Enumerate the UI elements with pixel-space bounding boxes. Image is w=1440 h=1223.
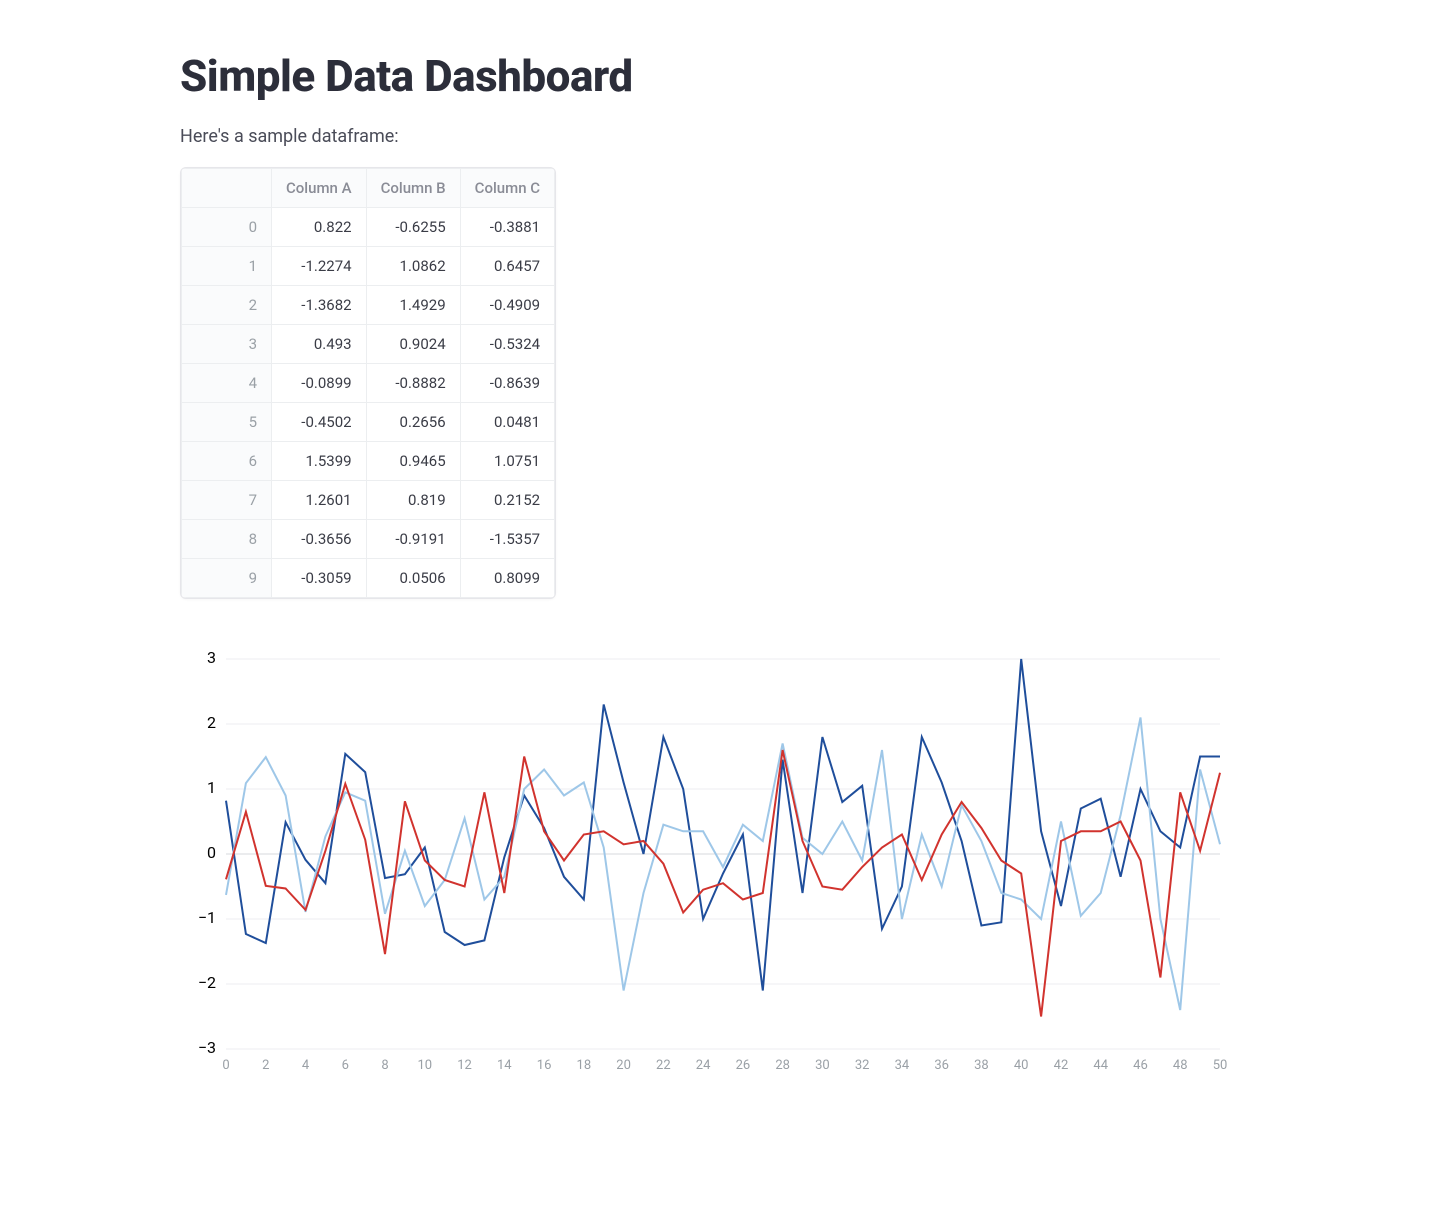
y-tick-label: −3 (198, 1038, 216, 1057)
cell: 0.822 (272, 208, 367, 247)
x-tick-label: 48 (1173, 1058, 1188, 1073)
table-row[interactable]: 8-0.3656-0.9191-1.5357 (182, 520, 555, 559)
x-tick-label: 0 (222, 1058, 229, 1073)
cell: 0.2656 (366, 403, 460, 442)
cell: -0.0899 (272, 364, 367, 403)
cell: 0.9024 (366, 325, 460, 364)
y-tick-label: −1 (198, 908, 216, 927)
x-tick-label: 32 (855, 1058, 870, 1073)
x-tick-label: 8 (381, 1058, 388, 1073)
cell: -0.8882 (366, 364, 460, 403)
x-tick-label: 40 (1014, 1058, 1029, 1073)
x-axis: 0246810121416182022242628303234363840424… (222, 1058, 1227, 1073)
table-row[interactable]: 9-0.30590.05060.8099 (182, 559, 555, 598)
cell: -1.3682 (272, 286, 367, 325)
x-tick-label: 12 (457, 1058, 472, 1073)
cell: -0.5324 (460, 325, 554, 364)
x-tick-label: 22 (656, 1058, 671, 1073)
row-index: 0 (182, 208, 272, 247)
y-tick-label: 0 (207, 843, 216, 862)
cell: 0.0506 (366, 559, 460, 598)
x-tick-label: 16 (537, 1058, 552, 1073)
row-index: 4 (182, 364, 272, 403)
cell: 1.5399 (272, 442, 367, 481)
row-index: 8 (182, 520, 272, 559)
column-header[interactable]: Column A (272, 169, 367, 208)
cell: 0.0481 (460, 403, 554, 442)
cell: 1.0751 (460, 442, 554, 481)
table-row[interactable]: 30.4930.9024-0.5324 (182, 325, 555, 364)
cell: 0.493 (272, 325, 367, 364)
y-tick-label: 3 (207, 649, 216, 667)
row-index: 5 (182, 403, 272, 442)
cell: -0.4909 (460, 286, 554, 325)
cell: -0.3059 (272, 559, 367, 598)
cell: 0.8099 (460, 559, 554, 598)
row-index: 1 (182, 247, 272, 286)
x-tick-label: 2 (262, 1058, 269, 1073)
cell: -0.3881 (460, 208, 554, 247)
cell: 0.819 (366, 481, 460, 520)
x-tick-label: 26 (736, 1058, 751, 1073)
cell: -0.8639 (460, 364, 554, 403)
x-tick-label: 18 (577, 1058, 592, 1073)
x-tick-label: 14 (497, 1058, 512, 1073)
cell: -0.9191 (366, 520, 460, 559)
cell: 1.2601 (272, 481, 367, 520)
x-tick-label: 4 (302, 1058, 310, 1073)
page-title: Simple Data Dashboard (180, 50, 1260, 102)
x-tick-label: 50 (1213, 1058, 1228, 1073)
column-header[interactable]: Column C (460, 169, 554, 208)
x-tick-label: 44 (1093, 1058, 1108, 1073)
row-index: 2 (182, 286, 272, 325)
y-tick-label: −2 (198, 973, 216, 992)
series-line (226, 659, 1220, 991)
row-index: 9 (182, 559, 272, 598)
x-tick-label: 24 (696, 1058, 711, 1073)
table-row[interactable]: 5-0.45020.26560.0481 (182, 403, 555, 442)
table-row[interactable]: 4-0.0899-0.8882-0.8639 (182, 364, 555, 403)
cell: 0.9465 (366, 442, 460, 481)
x-tick-label: 30 (815, 1058, 830, 1073)
row-index: 6 (182, 442, 272, 481)
cell: 0.6457 (460, 247, 554, 286)
dataframe-table[interactable]: Column AColumn BColumn C 00.822-0.6255-0… (180, 167, 556, 599)
x-tick-label: 34 (895, 1058, 910, 1073)
x-tick-label: 6 (342, 1058, 349, 1073)
table-row[interactable]: 00.822-0.6255-0.3881 (182, 208, 555, 247)
cell: 0.2152 (460, 481, 554, 520)
table-row[interactable]: 1-1.22741.08620.6457 (182, 247, 555, 286)
cell: 1.4929 (366, 286, 460, 325)
cell: 1.0862 (366, 247, 460, 286)
x-tick-label: 10 (417, 1058, 432, 1073)
table-row[interactable]: 71.26010.8190.2152 (182, 481, 555, 520)
line-chart[interactable]: −3−2−10123024681012141618202224262830323… (180, 649, 1230, 1079)
cell: -1.2274 (272, 247, 367, 286)
row-index: 7 (182, 481, 272, 520)
x-tick-label: 20 (616, 1058, 631, 1073)
table-row[interactable]: 2-1.36821.4929-0.4909 (182, 286, 555, 325)
cell: -0.4502 (272, 403, 367, 442)
table-row[interactable]: 61.53990.94651.0751 (182, 442, 555, 481)
cell: -1.5357 (460, 520, 554, 559)
x-tick-label: 46 (1133, 1058, 1148, 1073)
y-tick-label: 1 (207, 778, 216, 797)
cell: -0.6255 (366, 208, 460, 247)
y-tick-label: 2 (207, 713, 216, 732)
index-header (182, 169, 272, 208)
x-tick-label: 36 (934, 1058, 949, 1073)
series-line (226, 718, 1220, 1011)
cell: -0.3656 (272, 520, 367, 559)
x-tick-label: 28 (775, 1058, 790, 1073)
column-header[interactable]: Column B (366, 169, 460, 208)
x-tick-label: 38 (974, 1058, 989, 1073)
series-line (226, 750, 1220, 1017)
row-index: 3 (182, 325, 272, 364)
x-tick-label: 42 (1054, 1058, 1069, 1073)
dataframe-caption: Here's a sample dataframe: (180, 126, 1260, 147)
